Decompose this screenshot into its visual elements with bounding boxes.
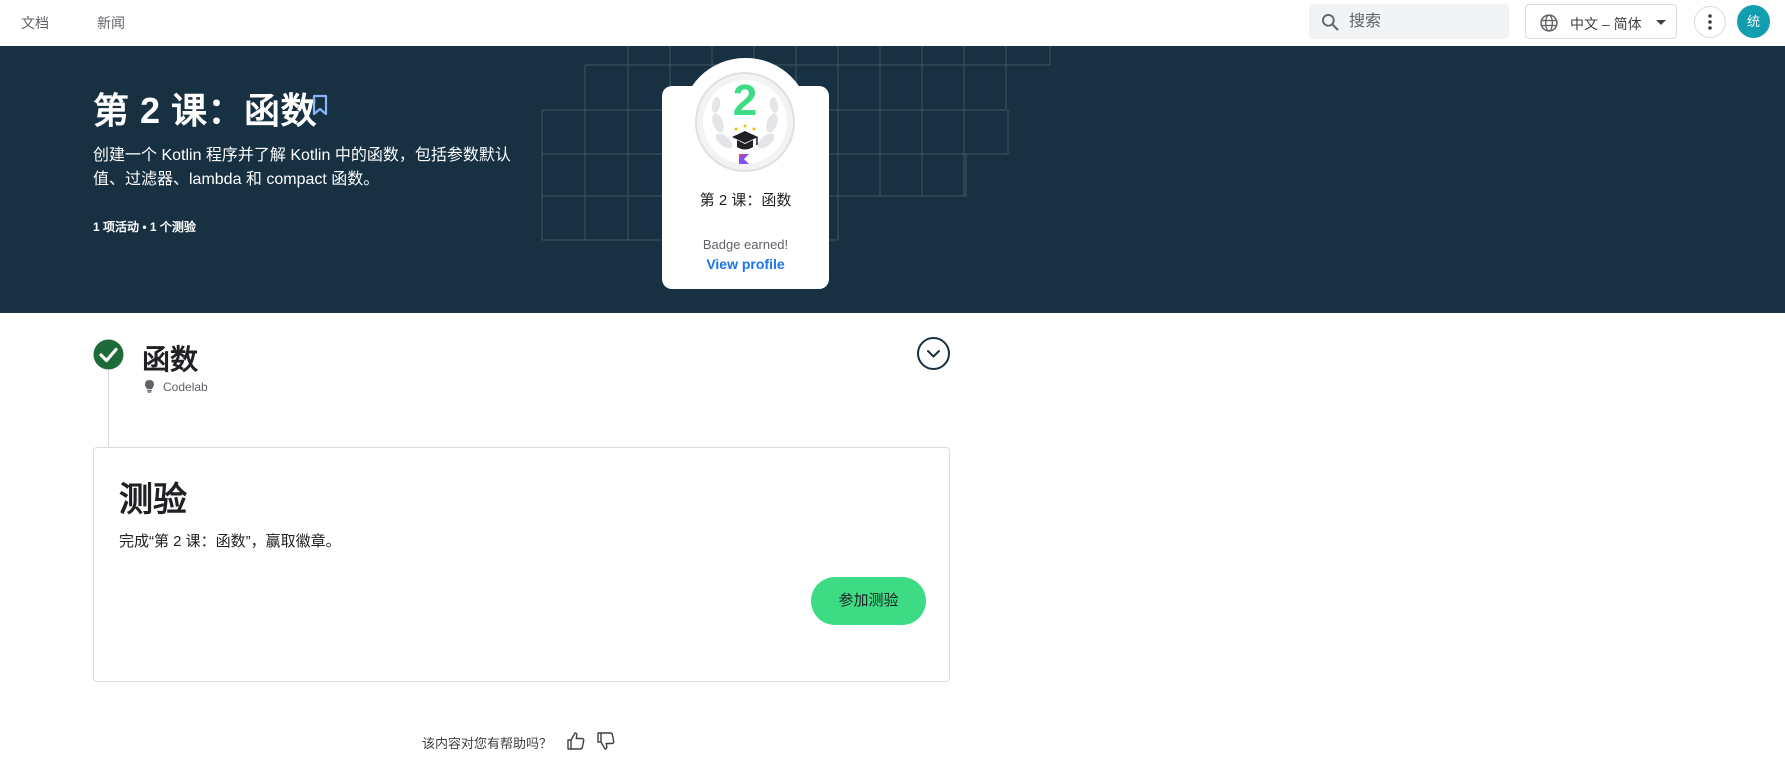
user-avatar[interactable]: 统: [1737, 5, 1770, 38]
activity-title[interactable]: 函数: [142, 338, 198, 378]
more-vert-icon: [1708, 14, 1712, 30]
search-box[interactable]: [1309, 4, 1509, 39]
nav-link-news[interactable]: 新闻: [97, 13, 125, 33]
language-select[interactable]: 中文 – 简体: [1525, 4, 1677, 39]
feedback-question: 该内容对您有帮助吗？: [422, 736, 553, 751]
view-profile-link[interactable]: View profile: [662, 256, 829, 272]
language-label: 中文 – 简体: [1570, 16, 1642, 32]
hero-meta: 1 项活动 • 1 个测验: [93, 220, 196, 234]
badge-title: 第 2 课：函数: [699, 192, 792, 209]
badge-status: Badge earned!: [702, 237, 789, 252]
quiz-title: 测验: [119, 481, 187, 519]
globe-icon: [1540, 14, 1558, 32]
badge-number: 2: [733, 76, 757, 125]
thumb-up-icon[interactable]: [566, 731, 586, 751]
more-options-button[interactable]: [1694, 6, 1726, 38]
search-input[interactable]: [1349, 11, 1499, 33]
chevron-down-icon: [927, 350, 940, 358]
expand-button[interactable]: [917, 337, 950, 370]
dropdown-caret-icon: [1656, 20, 1666, 25]
badge-emblem-icon: 2: [695, 72, 795, 172]
hero-description: 创建一个 Kotlin 程序并了解 Kotlin 中的函数，包括参数默认值、过滤…: [93, 147, 511, 188]
completed-check-icon: [93, 339, 124, 370]
codelab-icon: [145, 380, 154, 393]
search-icon: [1322, 14, 1339, 31]
quiz-card: 测验 完成“第 2 课：函数”，赢取徽章。 参加测验: [93, 447, 950, 682]
take-quiz-button[interactable]: 参加测验: [811, 577, 926, 625]
page-title: 第 2 课：函数: [93, 90, 318, 131]
thumb-down-icon[interactable]: [596, 731, 616, 751]
top-bar: 文档 新闻 中文 – 简体 统: [0, 0, 1785, 46]
nav-link-docs[interactable]: 文档: [21, 13, 49, 33]
timeline-line: [108, 370, 109, 448]
bookmark-icon[interactable]: [311, 94, 329, 116]
activity-type-label: Codelab: [163, 380, 208, 394]
hero-banner: 第 2 课：函数 创建一个 Kotlin 程序并了解 Kotlin 中的函数，包…: [0, 46, 1785, 313]
quiz-description: 完成“第 2 课：函数”，赢取徽章。: [119, 533, 341, 550]
